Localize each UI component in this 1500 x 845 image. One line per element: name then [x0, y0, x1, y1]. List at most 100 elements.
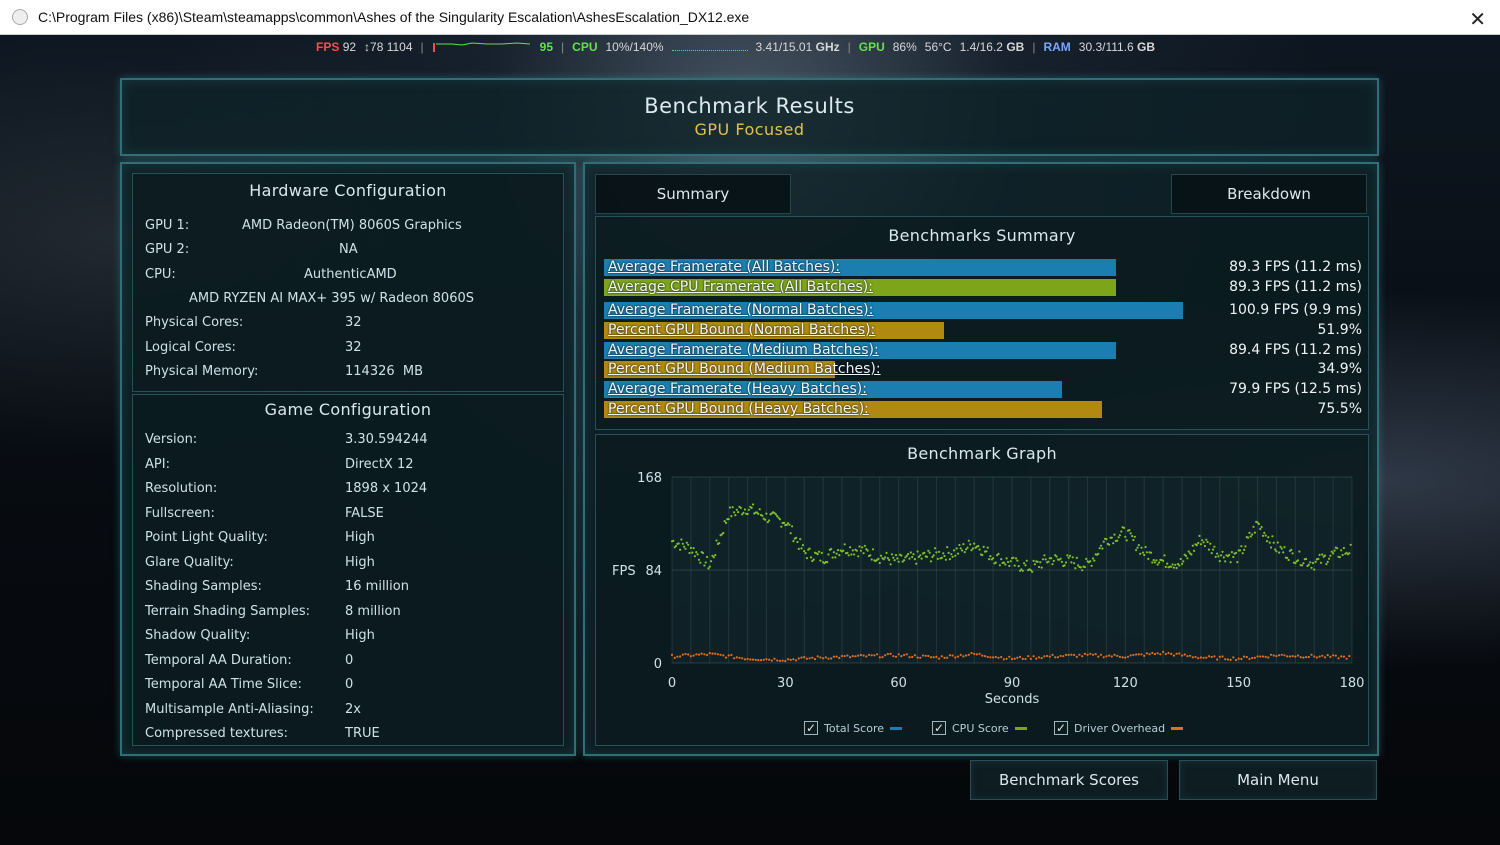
series-point — [1132, 538, 1135, 542]
series-point — [1321, 654, 1324, 657]
series-point — [1016, 656, 1019, 659]
series-point — [1151, 561, 1154, 564]
series-point — [724, 656, 728, 659]
series-point — [792, 540, 795, 543]
cpu-vendor: AuthenticAMD — [304, 267, 397, 282]
series-point — [687, 543, 690, 546]
series-point — [1046, 654, 1049, 658]
series-point — [696, 553, 699, 556]
series-point — [959, 547, 962, 550]
x-tick-label: 150 — [1226, 676, 1251, 691]
series-point — [1047, 560, 1050, 563]
series-point — [908, 656, 911, 659]
clock-group: 3.41/15.01 GHz — [756, 40, 840, 54]
series-point — [1207, 548, 1211, 551]
gpu2-label: GPU 2: — [145, 242, 190, 257]
series-point — [1247, 536, 1250, 539]
series-point — [1121, 656, 1124, 659]
series-point — [1126, 655, 1130, 658]
series-point — [1170, 565, 1173, 568]
series-point — [1108, 654, 1111, 657]
legend-swatch — [890, 726, 902, 730]
series-point — [892, 556, 895, 559]
series-point — [1275, 655, 1278, 658]
series-point — [982, 545, 985, 548]
series-point — [1267, 656, 1270, 659]
series-point — [1108, 543, 1111, 546]
series-point — [1043, 655, 1046, 658]
results-header: Benchmark Results GPU Focused — [120, 78, 1379, 156]
series-point — [928, 551, 931, 554]
legend-checkbox[interactable]: ✓ — [804, 721, 818, 735]
series-point — [916, 656, 919, 659]
series-point — [907, 552, 910, 556]
series-point — [819, 559, 822, 562]
series-point — [1145, 551, 1148, 554]
summary-label: Percent GPU Bound (Medium Batches): — [608, 361, 881, 377]
series-point — [861, 546, 864, 549]
series-point — [1140, 546, 1143, 549]
series-point — [1133, 535, 1136, 538]
summary-row: Average Framerate (All Batches): 89.3 FPS… — [604, 259, 1362, 276]
series-point — [846, 654, 849, 657]
series-point — [1024, 564, 1027, 567]
series-point — [1214, 555, 1217, 558]
tab-breakdown[interactable]: Breakdown — [1171, 174, 1367, 214]
legend-checkbox[interactable]: ✓ — [932, 721, 946, 735]
series-point — [1153, 652, 1157, 656]
series-point — [1068, 554, 1072, 557]
series-point — [973, 652, 976, 656]
series-point — [808, 547, 811, 550]
series-point — [789, 532, 792, 535]
series-point — [1191, 656, 1194, 659]
close-icon[interactable]: ✕ — [1469, 7, 1486, 32]
series-point — [701, 551, 705, 555]
series-point — [877, 557, 880, 560]
cpu-model: AMD RYZEN AI MAX+ 395 w/ Radeon 8060S — [189, 291, 474, 306]
summary-value: 51.9% — [1317, 322, 1362, 338]
series-point — [853, 553, 856, 556]
tab-summary[interactable]: Summary — [595, 174, 791, 214]
series-point — [977, 545, 980, 548]
legend-item[interactable]: ✓ Total Score — [804, 721, 902, 735]
summary-value: 89.4 FPS (11.2 ms) — [1229, 342, 1362, 358]
hardware-config-title: Hardware Configuration — [249, 181, 447, 200]
series-point — [1064, 653, 1068, 656]
series-point — [1073, 653, 1076, 657]
series-point — [1145, 652, 1148, 655]
series-point — [1178, 564, 1181, 567]
series-point — [1305, 656, 1308, 659]
series-point — [1050, 557, 1053, 560]
series-point — [1241, 552, 1244, 555]
series-point — [963, 551, 966, 554]
series-point — [1155, 559, 1158, 562]
log-cores-value: 32 — [345, 340, 362, 355]
series-point — [800, 547, 803, 550]
series-point — [1328, 557, 1331, 560]
overlay-separator: | — [1032, 40, 1036, 54]
series-point — [1097, 655, 1100, 658]
legend-item[interactable]: ✓ Driver Overhead — [1054, 721, 1184, 735]
gpu1-label: GPU 1: — [145, 218, 190, 233]
main-menu-button[interactable]: Main Menu — [1179, 760, 1377, 800]
series-point — [1144, 545, 1147, 549]
series-point — [840, 654, 844, 658]
series-point — [1333, 549, 1336, 552]
legend-label: Total Score — [824, 721, 884, 735]
legend-checkbox[interactable]: ✓ — [1054, 721, 1068, 735]
series-point — [940, 556, 943, 559]
vram-group: 1.4/16.2 GB — [960, 40, 1025, 54]
series-point — [1110, 536, 1113, 539]
x-tick-label: 30 — [777, 676, 794, 691]
series-point — [951, 555, 954, 558]
series-point — [1279, 545, 1282, 548]
series-point — [1013, 564, 1016, 567]
benchmark-scores-button[interactable]: Benchmark Scores — [970, 760, 1168, 800]
benchmark-graph-section: Benchmark Graph 0 84 168 FPS 0 30 60 90 120 150 18… — [595, 434, 1369, 746]
series-point — [1019, 655, 1022, 658]
series-point — [743, 658, 746, 661]
legend-item[interactable]: ✓ CPU Score — [932, 721, 1027, 735]
series-point — [1098, 547, 1101, 550]
series-point — [712, 556, 715, 559]
series-point — [722, 654, 725, 657]
